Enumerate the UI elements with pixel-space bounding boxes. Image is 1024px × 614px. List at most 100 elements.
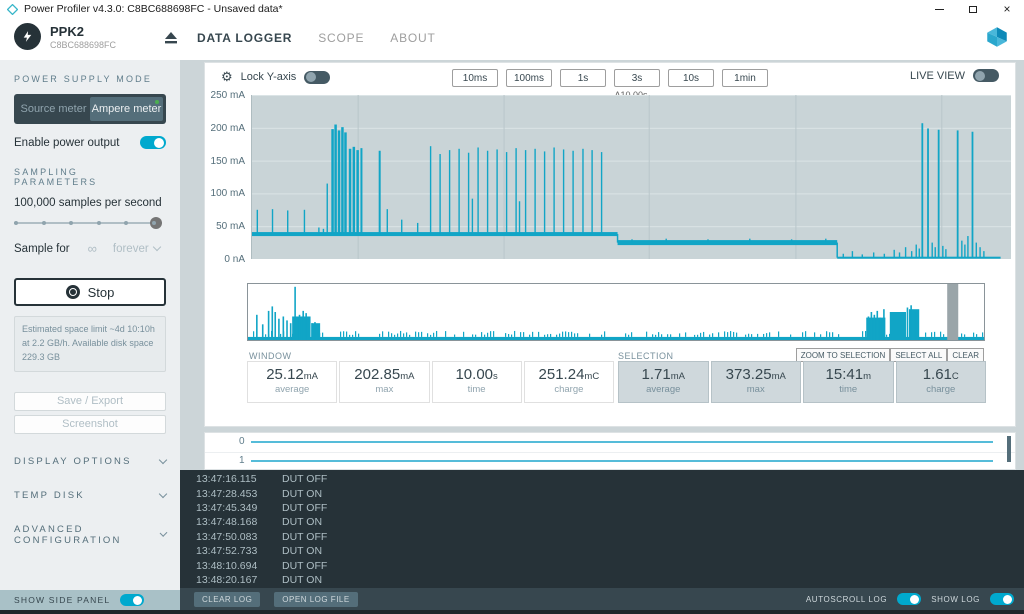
log-entry: 13:48:20.167 DUT ON (180, 573, 1024, 587)
log-message: DUT ON (282, 516, 323, 529)
stop-button[interactable]: Stop (14, 278, 166, 306)
device-selector[interactable]: PPK2 C8BC688698FC (14, 23, 116, 50)
chevron-down-icon (158, 455, 168, 465)
open-log-file-button[interactable]: OPEN LOG FILE (274, 591, 358, 607)
digital-channel-label: 0 (239, 436, 245, 447)
log-timestamp: 13:48:20.167 (196, 573, 258, 586)
ppk-device-icon (14, 23, 41, 50)
log-entry: 13:48:10.694 DUT OFF (180, 558, 1024, 572)
log-timestamp: 13:47:45.349 (196, 501, 258, 514)
log-entry: 13:47:16.115 DUT OFF (180, 472, 1024, 486)
stat-value: 25.12mA (266, 366, 319, 383)
y-tick: 250 mA (210, 90, 245, 101)
lock-y-axis-toggle[interactable] (304, 70, 331, 84)
tab-scope[interactable]: SCOPE (318, 31, 364, 45)
stat-unit: mA (670, 371, 685, 382)
mode-option-ampere-meter[interactable]: Ampere meter (90, 97, 163, 121)
stat-label: max (746, 384, 765, 395)
sample-for-unit-dropdown[interactable]: forever (113, 243, 161, 255)
log-entry: 13:47:28.453 DUT ON (180, 486, 1024, 500)
minimap-chart[interactable] (247, 283, 985, 341)
sample-for-value[interactable]: ∞ (88, 241, 97, 256)
screenshot-button[interactable]: Screenshot (14, 414, 166, 434)
digital-channels-panel: 01 (204, 432, 1016, 470)
chart-settings-gear-icon[interactable]: ⚙ (221, 69, 233, 85)
minimap-selection-band (947, 284, 959, 340)
range-button-10ms[interactable]: 10ms (452, 69, 498, 87)
selection-stats-label: SELECTION (618, 351, 674, 361)
disk-space-note: Estimated space limit ~4d 10:10h at 2.2 … (14, 316, 166, 372)
autoscroll-log-toggle[interactable] (897, 593, 922, 605)
slider-step-dot (96, 221, 101, 225)
stat-label: time (467, 384, 486, 395)
section-advanced-configuration[interactable]: ADVANCED CONFIGURATION (14, 524, 168, 546)
range-button-1s[interactable]: 1s (560, 69, 606, 87)
stat-label: average (646, 384, 681, 395)
y-tick: 0 nA (224, 254, 245, 265)
zoom-to-selection-button[interactable]: ZOOM TO SELECTION (795, 348, 891, 362)
select-all-button[interactable]: SELECT ALL (890, 348, 948, 362)
main-chart[interactable] (251, 95, 1011, 259)
range-button-3s[interactable]: 3s (614, 69, 660, 87)
show-side-panel-bar: SHOW SIDE PANEL (0, 590, 180, 610)
slider-step-dot (124, 221, 128, 225)
log-timestamp: 13:47:28.453 (196, 487, 258, 500)
log-view: 13:47:16.115 DUT OFF 13:47:28.453 DUT ON 13:… (180, 470, 1024, 588)
section-temp-disk[interactable]: TEMP DISK (14, 489, 168, 501)
section-display-options[interactable]: DISPLAY OPTIONS (14, 455, 168, 467)
y-tick: 150 mA (210, 155, 245, 167)
power-supply-mode-switch: Source meter Ampere meter (14, 94, 166, 124)
log-entry: 13:47:50.083 DUT OFF (180, 530, 1024, 544)
active-mode-dot (155, 100, 159, 104)
stat-label: average (274, 384, 310, 395)
live-view-toggle[interactable] (973, 69, 999, 82)
window-stats-group: 25.12mA average 202.85mA max 10.00s time 251.2… (247, 361, 614, 403)
range-button-10s[interactable]: 10s (668, 69, 714, 87)
stat-value: 10.00s (455, 366, 498, 383)
eject-device-icon[interactable] (163, 30, 179, 46)
digital-channel-row-1[interactable]: 1 (205, 452, 1015, 471)
sample-rate-slider[interactable] (14, 217, 162, 229)
power-supply-mode-heading: POWER SUPPLY MODE (14, 74, 153, 84)
range-button-1min[interactable]: 1min (722, 69, 768, 87)
window-stats-label: WINDOW (249, 351, 292, 361)
clear-log-button[interactable]: CLEAR LOG (194, 591, 261, 607)
range-button-100ms[interactable]: 100ms (506, 69, 552, 87)
digital-channel-trace (251, 460, 993, 462)
clear-button[interactable]: CLEAR (947, 348, 984, 362)
show-log-toggle[interactable] (990, 593, 1014, 605)
app-icon (7, 3, 18, 15)
log-toolbar: CLEAR LOG OPEN LOG FILE AUTOSCROLL LOG S… (180, 588, 1024, 610)
log-timestamp: 13:47:48.168 (196, 516, 258, 529)
window-title: Power Profiler v4.3.0: C8BC688698FC - Un… (24, 3, 283, 15)
log-timestamp: 13:47:50.083 (196, 530, 258, 543)
tab-data-logger[interactable]: DATA LOGGER (197, 31, 292, 45)
titlebar: Power Profiler v4.3.0: C8BC688698FC - Un… (0, 0, 1024, 18)
lock-y-axis-label: Lock Y-axis (240, 71, 297, 83)
stat-unit: mA (400, 371, 415, 382)
slider-step-dot (69, 221, 73, 225)
side-panel: POWER SUPPLY MODE Source meter Ampere met… (0, 60, 180, 590)
selection-stats-group: 1.71mA average 373.25mA max 15:41m time 1.61C c… (618, 361, 986, 403)
maximize-button[interactable] (956, 0, 990, 18)
log-entry: 13:47:48.168 DUT ON (180, 515, 1024, 529)
sample-for-label: Sample for (14, 242, 70, 255)
save-export-button[interactable]: Save / Export (14, 391, 166, 411)
show-log-label: SHOW LOG (931, 594, 980, 604)
close-button[interactable]: × (990, 0, 1024, 18)
digital-channel-row-0[interactable]: 0 (205, 433, 1015, 452)
slider-step-dot (41, 221, 46, 225)
y-tick: 100 mA (210, 188, 245, 200)
minimize-button[interactable] (922, 0, 956, 18)
selection-stat-charge: 1.61C charge (895, 361, 986, 403)
enable-power-output-toggle[interactable] (140, 136, 166, 149)
log-entry: 13:47:45.349 DUT OFF (180, 501, 1024, 515)
mode-option-source-meter[interactable]: Source meter (17, 97, 90, 121)
stat-value: 1.61C (922, 366, 959, 383)
window-stat-max: 202.85mA max (339, 361, 430, 403)
stat-label: charge (926, 384, 956, 395)
show-side-panel-toggle[interactable] (120, 594, 145, 606)
live-view-label: LIVE VIEW (909, 69, 965, 82)
tab-about[interactable]: ABOUT (390, 31, 435, 45)
window-stat-charge: 251.24mC charge (523, 361, 614, 403)
